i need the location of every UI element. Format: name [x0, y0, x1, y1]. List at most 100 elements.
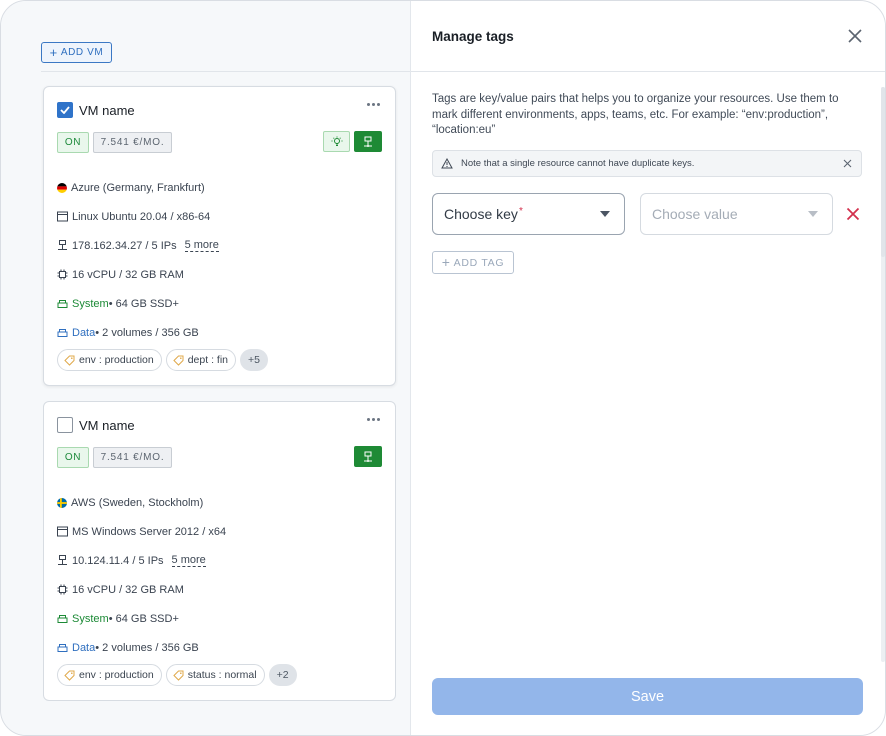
data-value: • 2 volumes / 356 GB — [95, 326, 199, 339]
tag-icon — [173, 355, 184, 366]
vm-data-disk: Data • 2 volumes / 356 GB — [57, 633, 382, 662]
ip-text: 10.124.11.4 / 5 IPs — [72, 554, 164, 567]
app-frame: + ADD VM VM name ON 7.541 €/MO. Azure (G… — [0, 0, 886, 736]
manage-tags-modal: Manage tags Tags are key/value pairs tha… — [410, 1, 885, 735]
vm-card-header: VM name — [57, 416, 382, 434]
vm-tags: env : production dept : fin +5 — [57, 349, 268, 371]
tag-label: env : production — [79, 669, 154, 681]
ip-more-link[interactable]: 5 more — [171, 554, 206, 567]
tag-icon — [64, 670, 75, 681]
divider — [411, 71, 885, 72]
warning-icon — [441, 158, 453, 169]
cpu-text: 16 vCPU / 32 GB RAM — [72, 268, 184, 281]
vm-location: AWS (Sweden, Stockholm) — [57, 488, 382, 517]
tag-icon — [173, 670, 184, 681]
more-tags-chip[interactable]: +5 — [240, 349, 268, 371]
data-label: Data — [72, 641, 96, 654]
add-tag-button[interactable]: + ADD TAG — [432, 251, 514, 274]
add-vm-label: ADD VM — [60, 47, 104, 58]
system-value: • 64 GB SSD+ — [108, 297, 179, 310]
save-button[interactable]: Save — [432, 678, 863, 715]
vm-info-list: Azure (Germany, Frankfurt) Linux Ubuntu … — [57, 173, 382, 347]
vm-select-checkbox[interactable] — [57, 102, 73, 118]
modal-title: Manage tags — [432, 29, 514, 44]
location-text: AWS (Sweden, Stockholm) — [71, 496, 204, 509]
vm-name: VM name — [79, 102, 135, 118]
system-label: System — [72, 612, 109, 625]
disk-icon — [57, 298, 68, 309]
vm-card[interactable]: VM name ON 7.541 €/MO. AWS (Sweden, Stoc… — [43, 401, 396, 701]
tag-chip[interactable]: env : production — [57, 664, 162, 686]
close-icon[interactable] — [843, 159, 852, 168]
disk-icon — [57, 642, 68, 653]
vm-system-disk: System • 64 GB SSD+ — [57, 604, 382, 633]
vm-card-header: VM name — [57, 101, 382, 119]
add-tag-label: ADD TAG — [453, 256, 505, 269]
vm-data-disk: Data • 2 volumes / 356 GB — [57, 318, 382, 347]
cpu-icon — [57, 584, 68, 595]
close-icon[interactable] — [847, 28, 863, 44]
vm-os: MS Windows Server 2012 / x64 — [57, 517, 382, 546]
network-icon — [364, 136, 372, 147]
window-icon — [57, 211, 68, 222]
data-value: • 2 volumes / 356 GB — [95, 641, 199, 654]
required-marker: * — [518, 206, 523, 217]
cpu-icon — [57, 269, 68, 280]
more-tags-chip[interactable]: +2 — [268, 664, 297, 686]
os-text: Linux Ubuntu 20.04 / x86-64 — [72, 210, 211, 223]
sweden-flag-icon — [57, 497, 67, 508]
lightbulb-icon-button[interactable] — [323, 131, 350, 152]
vm-status-row: ON 7.541 €/MO. — [57, 131, 382, 153]
network-icon — [57, 555, 68, 566]
vm-ip: 10.124.11.4 / 5 IPs 5 more — [57, 546, 382, 575]
vm-location: Azure (Germany, Frankfurt) — [57, 173, 382, 202]
scrollbar-thumb[interactable] — [881, 87, 885, 257]
tag-chip[interactable]: dept : fin — [165, 349, 236, 371]
chevron-down-icon — [600, 211, 610, 217]
tag-value-select[interactable]: Choose value — [640, 193, 833, 235]
value-placeholder: Choose value — [652, 206, 738, 222]
add-vm-button[interactable]: + ADD VM — [41, 42, 112, 63]
cpu-text: 16 vCPU / 32 GB RAM — [72, 583, 184, 596]
remove-tag-icon[interactable] — [846, 207, 860, 221]
data-label: Data — [72, 326, 96, 339]
vm-card[interactable]: VM name ON 7.541 €/MO. Azure (Germany, F… — [43, 86, 396, 386]
vm-list-pane: + ADD VM VM name ON 7.541 €/MO. Azure (G… — [1, 1, 411, 735]
network-icon — [364, 451, 372, 462]
vm-select-checkbox[interactable] — [57, 417, 73, 433]
tag-label: env : production — [79, 354, 154, 366]
vm-system-disk: System • 64 GB SSD+ — [57, 289, 382, 318]
system-label: System — [72, 297, 109, 310]
chevron-down-icon — [808, 211, 818, 217]
network-icon-button[interactable] — [354, 446, 382, 467]
plus-icon: + — [49, 44, 58, 60]
tag-icon — [64, 355, 75, 366]
system-value: • 64 GB SSD+ — [108, 612, 179, 625]
plus-icon: + — [441, 254, 451, 270]
more-options-icon[interactable] — [367, 418, 380, 421]
location-text: Azure (Germany, Frankfurt) — [71, 181, 205, 194]
tag-key-select[interactable]: Choose key * — [432, 193, 625, 235]
network-icon-button[interactable] — [354, 131, 382, 152]
status-badge: ON — [57, 446, 89, 468]
duplicate-keys-note: Note that a single resource cannot have … — [432, 150, 862, 177]
ip-more-link[interactable]: 5 more — [184, 239, 219, 252]
window-icon — [57, 526, 68, 537]
disk-icon — [57, 327, 68, 338]
germany-flag-icon — [57, 182, 67, 193]
vm-info-list: AWS (Sweden, Stockholm) MS Windows Serve… — [57, 488, 382, 662]
tag-chip[interactable]: status : normal — [165, 664, 265, 686]
lightbulb-icon — [331, 136, 342, 146]
disk-icon — [57, 613, 68, 624]
vm-os: Linux Ubuntu 20.04 / x86-64 — [57, 202, 382, 231]
price-badge: 7.541 €/MO. — [93, 446, 172, 468]
status-badge: ON — [57, 131, 89, 153]
vm-status-row: ON 7.541 €/MO. — [57, 446, 382, 468]
tag-chip[interactable]: env : production — [57, 349, 162, 371]
tag-label: dept : fin — [187, 354, 228, 366]
os-text: MS Windows Server 2012 / x64 — [72, 525, 227, 538]
note-text: Note that a single resource cannot have … — [461, 158, 695, 169]
more-options-icon[interactable] — [367, 103, 380, 106]
price-badge: 7.541 €/MO. — [93, 131, 172, 153]
key-placeholder: Choose key — [444, 206, 518, 222]
